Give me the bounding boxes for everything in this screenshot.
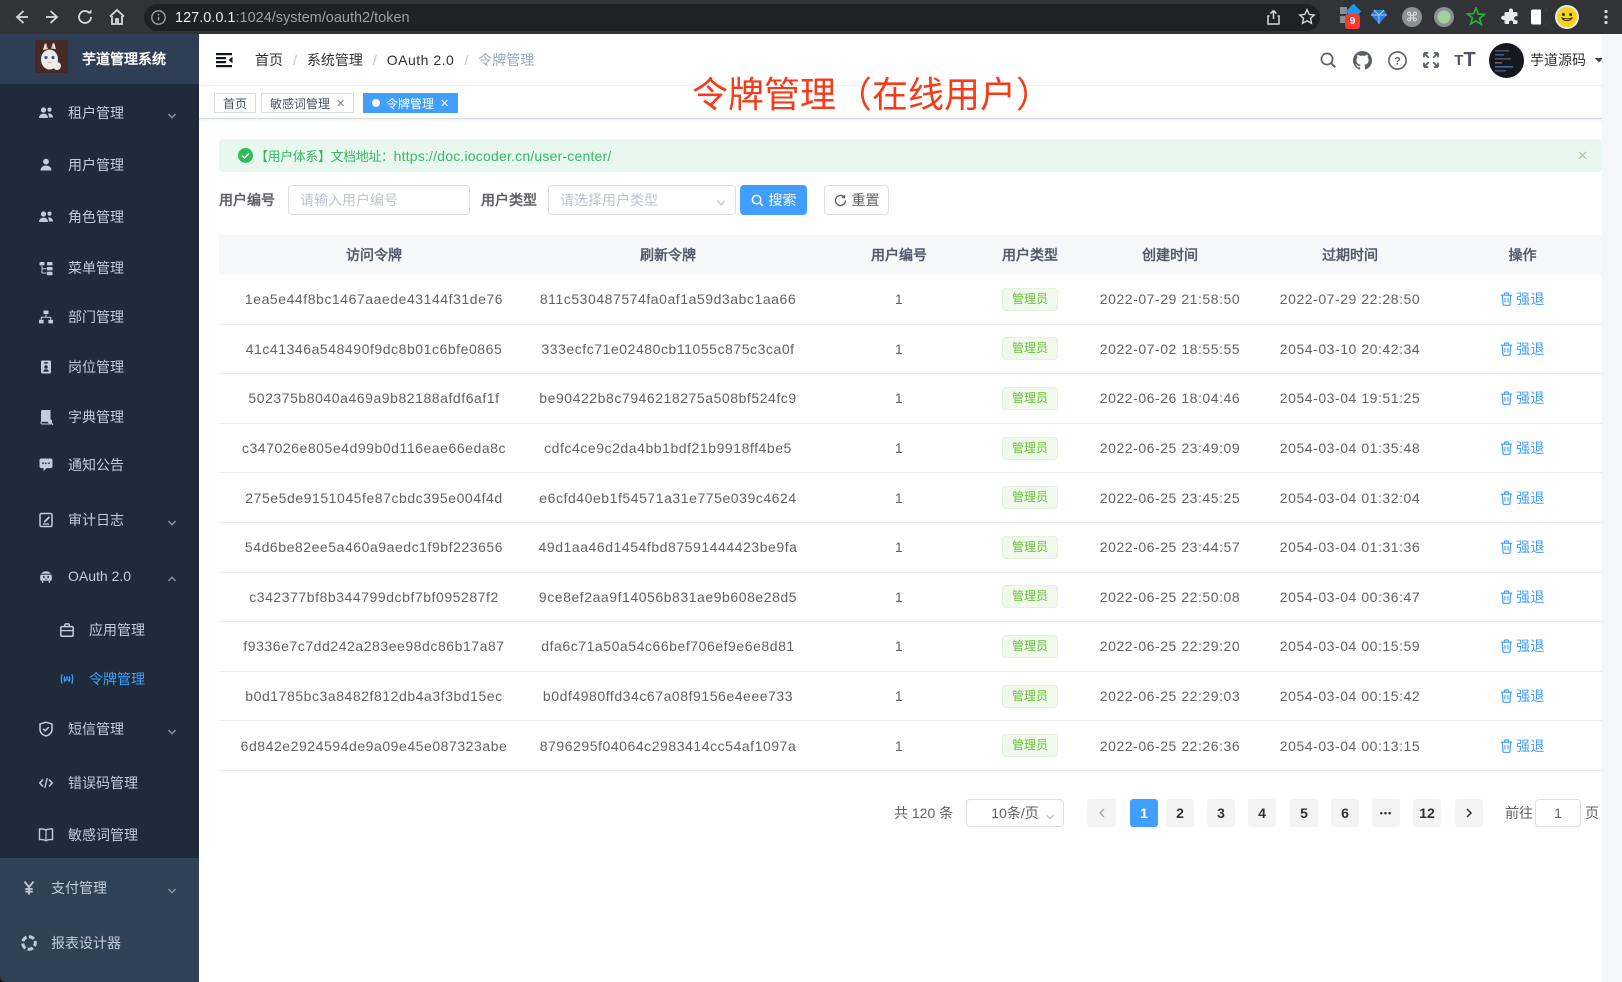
svg-text:A: A — [64, 677, 69, 684]
svg-text:?: ? — [1394, 55, 1401, 67]
svg-text:⌘: ⌘ — [1406, 10, 1419, 25]
